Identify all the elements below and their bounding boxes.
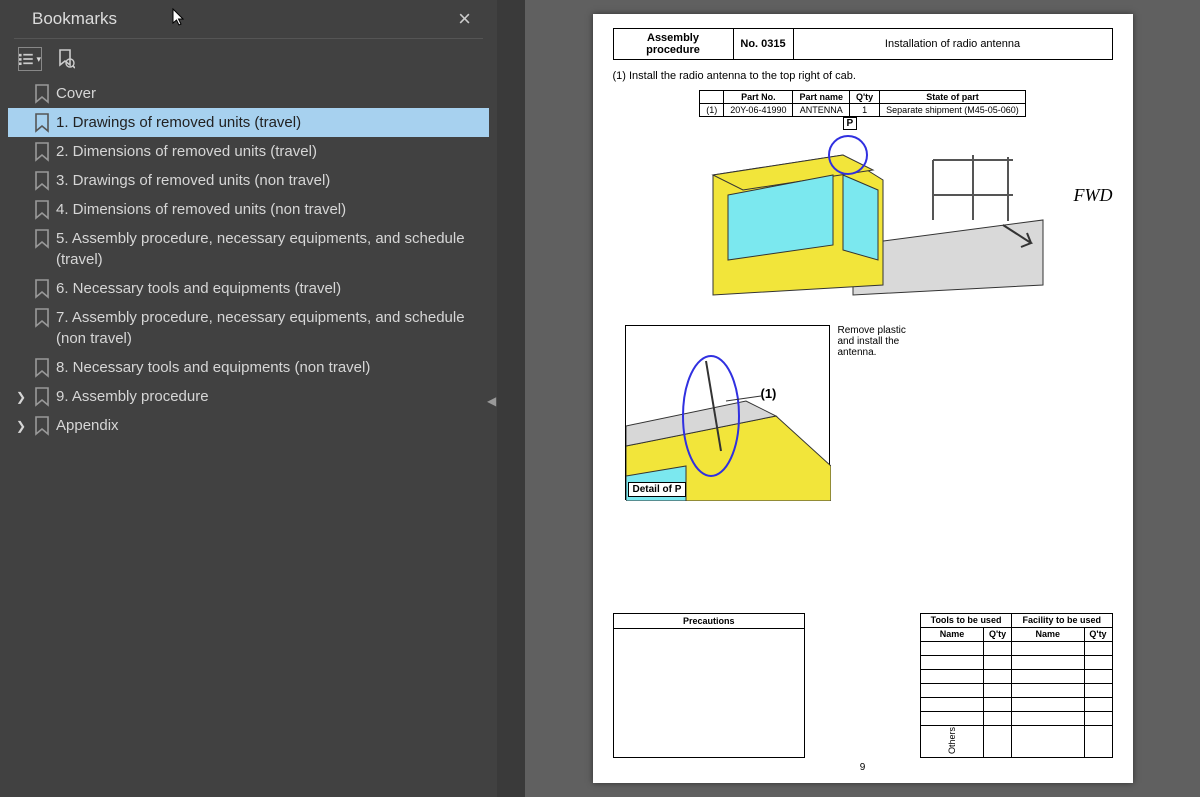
p-marker: P xyxy=(843,117,858,130)
bookmarks-toolbar: ▾ xyxy=(0,39,497,79)
bookmark-icon xyxy=(34,308,50,328)
bookmark-label: Cover xyxy=(56,83,483,104)
bookmark-label: 3. Drawings of removed units (non travel… xyxy=(56,170,483,191)
find-bookmark-icon[interactable] xyxy=(54,47,78,71)
detail-row: (1) Detail of P Remove plastic and insta… xyxy=(613,325,1113,500)
bookmarks-panel: Bookmarks × ▾ Cover 1. Drawings of remove… xyxy=(0,0,497,797)
bookmark-item-9[interactable]: ❯ 9. Assembly procedure xyxy=(8,382,489,411)
parts-h4: State of part xyxy=(880,91,1026,104)
parts-c1: 20Y-06-41990 xyxy=(724,104,793,117)
parts-h3: Q'ty xyxy=(850,91,880,104)
collapse-handle-icon[interactable]: ◀ xyxy=(487,394,496,408)
callout-circle xyxy=(828,135,868,175)
bookmark-item-10[interactable]: ❯ Appendix xyxy=(8,411,489,440)
cursor-icon xyxy=(172,8,186,31)
bottom-tables: Precautions Tools to be used Facility to… xyxy=(613,613,1113,758)
bookmark-icon xyxy=(34,84,50,104)
tools-facility-table: Tools to be used Facility to be used Nam… xyxy=(920,613,1113,758)
pdf-page: Assembly procedure No. 0315 Installation… xyxy=(593,14,1133,783)
main-illustration: P FWD xyxy=(673,125,1053,305)
bookmark-icon xyxy=(34,113,50,133)
bookmark-icon xyxy=(34,229,50,249)
page-number: 9 xyxy=(613,762,1113,773)
tools-header: Tools to be used xyxy=(921,613,1012,627)
parts-c3: 1 xyxy=(850,104,880,117)
header-col1: Assembly procedure xyxy=(613,29,733,60)
expand-icon[interactable]: ❯ xyxy=(14,418,28,435)
bookmark-item-5[interactable]: 5. Assembly procedure, necessary equipme… xyxy=(8,224,489,274)
bookmarks-header: Bookmarks × xyxy=(14,0,483,39)
bookmark-label: 1. Drawings of removed units (travel) xyxy=(56,112,483,133)
document-area[interactable]: Assembly procedure No. 0315 Installation… xyxy=(525,0,1200,797)
parts-idx: (1) xyxy=(700,104,724,117)
panel-gutter: ◀ xyxy=(497,0,525,797)
bookmark-item-3[interactable]: 3. Drawings of removed units (non travel… xyxy=(8,166,489,195)
bookmark-item-8[interactable]: 8. Necessary tools and equipments (non t… xyxy=(8,353,489,382)
bookmark-icon xyxy=(34,358,50,378)
facility-header: Facility to be used xyxy=(1012,613,1112,627)
detail-callout: (1) xyxy=(761,386,777,401)
parts-h1: Part No. xyxy=(724,91,793,104)
step-text: (1) Install the radio antenna to the top… xyxy=(613,70,1113,82)
bookmark-label: 6. Necessary tools and equipments (trave… xyxy=(56,278,483,299)
bookmark-label: 2. Dimensions of removed units (travel) xyxy=(56,141,483,162)
bookmark-item-0[interactable]: Cover xyxy=(8,79,489,108)
bookmark-label: 5. Assembly procedure, necessary equipme… xyxy=(56,228,483,270)
bookmark-icon xyxy=(34,200,50,220)
bookmark-icon xyxy=(34,416,50,436)
page-header-table: Assembly procedure No. 0315 Installation… xyxy=(613,28,1113,60)
bookmark-icon xyxy=(34,171,50,191)
bookmark-label: 4. Dimensions of removed units (non trav… xyxy=(56,199,483,220)
bookmark-icon xyxy=(34,387,50,407)
bookmark-icon xyxy=(34,142,50,162)
fwd-label: FWD xyxy=(1074,185,1113,206)
bookmark-label: 7. Assembly procedure, necessary equipme… xyxy=(56,307,483,349)
bookmark-label: 8. Necessary tools and equipments (non t… xyxy=(56,357,483,378)
bookmark-label: Appendix xyxy=(56,415,483,436)
bookmarks-title: Bookmarks xyxy=(32,9,458,29)
bookmark-icon xyxy=(34,279,50,299)
bookmarks-list: Cover 1. Drawings of removed units (trave… xyxy=(0,79,497,440)
bookmark-item-6[interactable]: 6. Necessary tools and equipments (trave… xyxy=(8,274,489,303)
expand-icon[interactable]: ❯ xyxy=(14,389,28,406)
others-label: Others xyxy=(947,727,957,754)
parts-table: Part No. Part name Q'ty State of part (1… xyxy=(699,90,1026,117)
precautions-table: Precautions xyxy=(613,613,806,758)
parts-c2: ANTENNA xyxy=(793,104,850,117)
detail-caption: Remove plastic and install the antenna. xyxy=(838,325,918,500)
bookmark-item-2[interactable]: 2. Dimensions of removed units (travel) xyxy=(8,137,489,166)
close-icon[interactable]: × xyxy=(458,6,471,32)
header-col2: No. 0315 xyxy=(733,29,793,60)
parts-c4: Separate shipment (M45-05-060) xyxy=(880,104,1026,117)
options-icon[interactable]: ▾ xyxy=(18,47,42,71)
detail-label: Detail of P xyxy=(628,482,687,497)
bookmark-item-7[interactable]: 7. Assembly procedure, necessary equipme… xyxy=(8,303,489,353)
bookmark-label: 9. Assembly procedure xyxy=(56,386,483,407)
bookmark-item-4[interactable]: 4. Dimensions of removed units (non trav… xyxy=(8,195,489,224)
parts-h2: Part name xyxy=(793,91,850,104)
header-col3: Installation of radio antenna xyxy=(793,29,1112,60)
detail-illustration: (1) Detail of P xyxy=(625,325,830,500)
bookmark-item-1[interactable]: 1. Drawings of removed units (travel) xyxy=(8,108,489,137)
